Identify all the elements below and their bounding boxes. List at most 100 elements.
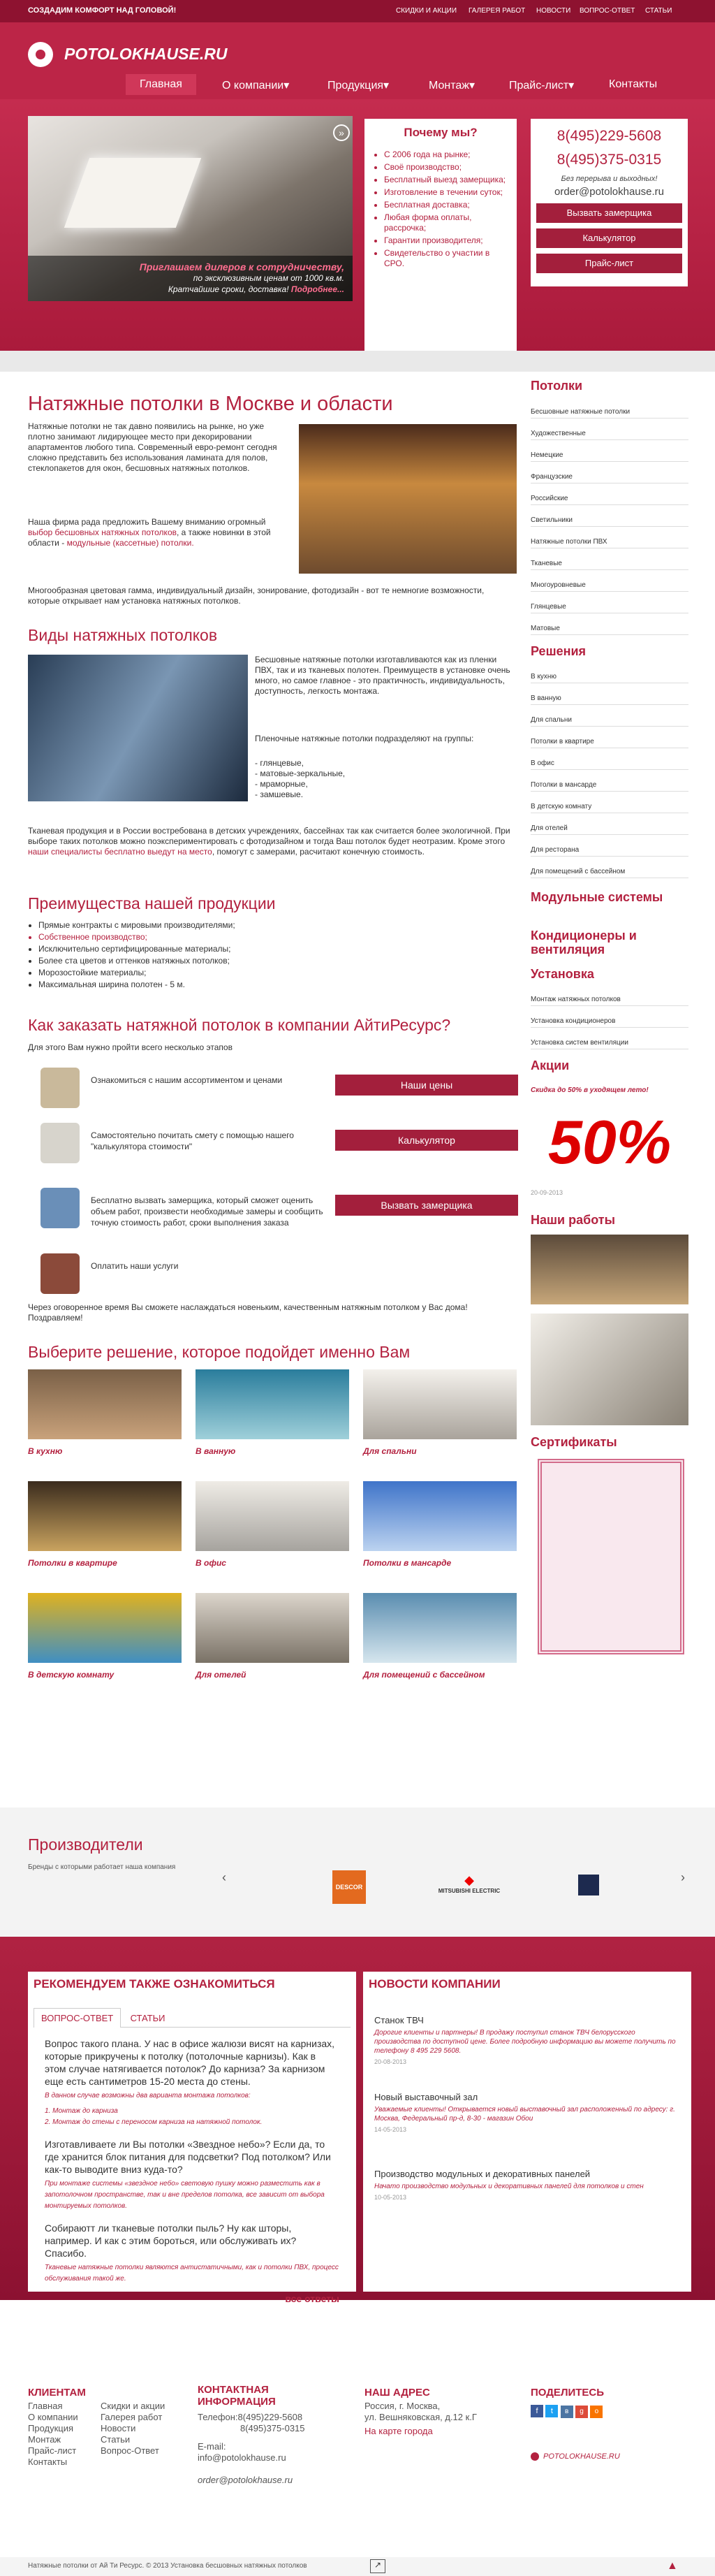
caption-more-link[interactable]: Подробнее... xyxy=(291,284,344,294)
footer-link[interactable]: Продукция xyxy=(28,2423,78,2434)
sidebar-item-solution[interactable]: В ванную xyxy=(531,694,688,705)
step-button[interactable]: Вызвать замерщика xyxy=(335,1195,518,1216)
choice-label[interactable]: Для спальни xyxy=(363,1446,417,1456)
seamless-link[interactable]: выбор бесшовных натяжных потолков xyxy=(28,527,177,537)
sidebar-item-ceiling[interactable]: Российские xyxy=(531,495,688,505)
all-answers-link[interactable]: все ответы xyxy=(45,2293,339,2304)
free-visit-link[interactable]: наши специалисты бесплатно выедут на мес… xyxy=(28,847,212,857)
sidebar-ceilings-title[interactable]: Потолки xyxy=(531,379,582,393)
sidebar-item-install[interactable]: Установка систем вентиляции xyxy=(531,1039,688,1049)
tab-faq[interactable]: ВОПРОС-ОТВЕТ xyxy=(34,2008,121,2028)
work-photo[interactable] xyxy=(531,1235,688,1304)
toplink-articles[interactable]: СТАТЬИ xyxy=(645,7,672,15)
sidebar-item-ceiling[interactable]: Бесшовные натяжные потолки xyxy=(531,408,688,419)
choice-label[interactable]: В детскую комнату xyxy=(28,1670,114,1680)
choice-image[interactable] xyxy=(363,1369,517,1439)
nav-pricelist[interactable]: Прайс-лист▾ xyxy=(509,78,574,92)
toplink-gallery[interactable]: ГАЛЕРЕЯ РАБОТ xyxy=(469,7,525,15)
map-link[interactable]: На карте города xyxy=(364,2426,433,2437)
modular-link[interactable]: модульные (кассетные) потолки. xyxy=(67,538,194,548)
sidebar-item-ceiling[interactable]: Тканевые xyxy=(531,560,688,570)
step-button[interactable]: Калькулятор xyxy=(335,1130,518,1151)
choice-label[interactable]: Для помещений с бассейном xyxy=(363,1670,485,1680)
sidebar-solutions-title[interactable]: Решения xyxy=(531,644,586,659)
footer-link[interactable]: Главная xyxy=(28,2401,78,2412)
sidebar-item-solution[interactable]: Потолки в мансарде xyxy=(531,781,688,792)
brand-logo-3[interactable] xyxy=(578,1875,599,1895)
choice-image[interactable] xyxy=(363,1481,517,1551)
sidebar-item-ceiling[interactable]: Художественные xyxy=(531,430,688,440)
choice-label[interactable]: Потолки в квартире xyxy=(28,1558,117,1568)
choice-label[interactable]: В офис xyxy=(196,1558,226,1568)
promo-text[interactable]: Скидка до 50% в уходящем лето! xyxy=(531,1086,649,1094)
toplink-faq[interactable]: ВОПРОС-ОТВЕТ xyxy=(580,7,635,15)
sidebar-item-install[interactable]: Монтаж натяжных потолков xyxy=(531,996,688,1006)
sidebar-certs-title[interactable]: Сертификаты xyxy=(531,1435,617,1450)
toplink-news[interactable]: НОВОСТИ xyxy=(536,7,570,15)
chevron-right-icon[interactable]: › xyxy=(681,1870,685,1885)
sidebar-works-title[interactable]: Наши работы xyxy=(531,1213,615,1228)
logo-text[interactable]: POTOLOKHAUSE.RU xyxy=(64,45,227,64)
calculator-button[interactable]: Калькулятор xyxy=(536,228,682,248)
nav-about[interactable]: О компании▾ xyxy=(222,78,289,92)
choice-label[interactable]: Для отелей xyxy=(196,1670,246,1680)
sidebar-item-solution[interactable]: Для ресторана xyxy=(531,846,688,857)
gplus-icon[interactable]: g xyxy=(575,2406,589,2418)
choice-image[interactable] xyxy=(28,1481,182,1551)
hero-slider[interactable]: » Приглашаем дилеров к сотрудничеству, п… xyxy=(28,116,353,301)
certificate-image[interactable] xyxy=(538,1459,684,1654)
footer-link[interactable]: Статьи xyxy=(101,2434,165,2445)
choice-image[interactable] xyxy=(196,1369,349,1439)
choice-image[interactable] xyxy=(196,1481,349,1551)
sidebar-item-solution[interactable]: Для спальни xyxy=(531,716,688,727)
footer-link[interactable]: Контакты xyxy=(28,2457,78,2468)
footer-site[interactable]: POTOLOKHAUSE.RU xyxy=(543,2451,620,2462)
news-title[interactable]: Новый выставочный зал xyxy=(374,2092,680,2102)
ok-icon[interactable]: о xyxy=(590,2406,603,2418)
news-title[interactable]: Станок ТВЧ xyxy=(374,2015,680,2025)
nav-home[interactable]: Главная xyxy=(126,74,196,95)
vk-icon[interactable]: в xyxy=(560,2406,573,2418)
footer-link[interactable]: Скидки и акции xyxy=(101,2401,165,2412)
sidebar-promo-title[interactable]: Акции xyxy=(531,1058,569,1073)
phone-1[interactable]: 8(495)229-5608 xyxy=(536,124,682,148)
price-list-button[interactable]: Прайс-лист xyxy=(536,254,682,273)
sidebar-modular-title[interactable]: Модульные системы xyxy=(531,890,670,904)
sidebar-item-solution[interactable]: Потолки в квартире xyxy=(531,738,688,748)
brand-mitsubishi[interactable]: ◆ MITSUBISHI ELECTRIC xyxy=(434,1873,504,1894)
choice-image[interactable] xyxy=(28,1369,182,1439)
footer-link[interactable]: Галерея работ xyxy=(101,2412,165,2423)
sidebar-item-solution[interactable]: Для отелей xyxy=(531,824,688,835)
brand-descor[interactable]: DESCOR xyxy=(332,1870,366,1904)
choice-image[interactable] xyxy=(196,1593,349,1663)
nav-products[interactable]: Продукция▾ xyxy=(327,78,389,92)
choice-image[interactable] xyxy=(363,1593,517,1663)
footer-email-2[interactable]: order@potolokhause.ru xyxy=(198,2475,293,2486)
hero-email[interactable]: order@potolokhause.ru xyxy=(536,186,682,198)
call-measurer-button[interactable]: Вызвать замерщика xyxy=(536,203,682,223)
footer-tel-1[interactable]: 8(495)229-5608 xyxy=(238,2412,303,2422)
phone-2[interactable]: 8(495)375-0315 xyxy=(536,148,682,172)
choice-label[interactable]: Потолки в мансарде xyxy=(363,1558,451,1568)
choice-label[interactable]: В кухню xyxy=(28,1446,62,1456)
sidebar-item-ceiling[interactable]: Немецкие xyxy=(531,451,688,462)
sidebar-item-ceiling[interactable]: Светильники xyxy=(531,516,688,527)
step-button[interactable]: Наши цены xyxy=(335,1075,518,1096)
chevron-left-icon[interactable]: ‹ xyxy=(222,1870,226,1885)
footer-tel-2[interactable]: 8(495)375-0315 xyxy=(240,2423,305,2434)
logo-icon[interactable] xyxy=(28,42,53,67)
facebook-icon[interactable]: f xyxy=(531,2405,543,2417)
footer-link[interactable]: О компании xyxy=(28,2412,78,2423)
choice-image[interactable] xyxy=(28,1593,182,1663)
footer-link[interactable]: Вопрос-Ответ xyxy=(101,2445,165,2457)
footer-link[interactable]: Монтаж xyxy=(28,2434,78,2445)
arrow-icon[interactable]: ↗ xyxy=(370,2559,385,2573)
sidebar-item-ceiling[interactable]: Натяжные потолки ПВХ xyxy=(531,538,688,548)
nav-montage[interactable]: Монтаж▾ xyxy=(429,78,475,92)
sidebar-item-ceiling[interactable]: Глянцевые xyxy=(531,603,688,613)
footer-link[interactable]: Прайс-лист xyxy=(28,2445,78,2457)
sidebar-item-ceiling[interactable]: Матовые xyxy=(531,625,688,635)
nav-contacts[interactable]: Контакты xyxy=(609,78,657,91)
sidebar-item-ceiling[interactable]: Многоуровневые xyxy=(531,581,688,592)
work-photo[interactable] xyxy=(531,1314,688,1425)
